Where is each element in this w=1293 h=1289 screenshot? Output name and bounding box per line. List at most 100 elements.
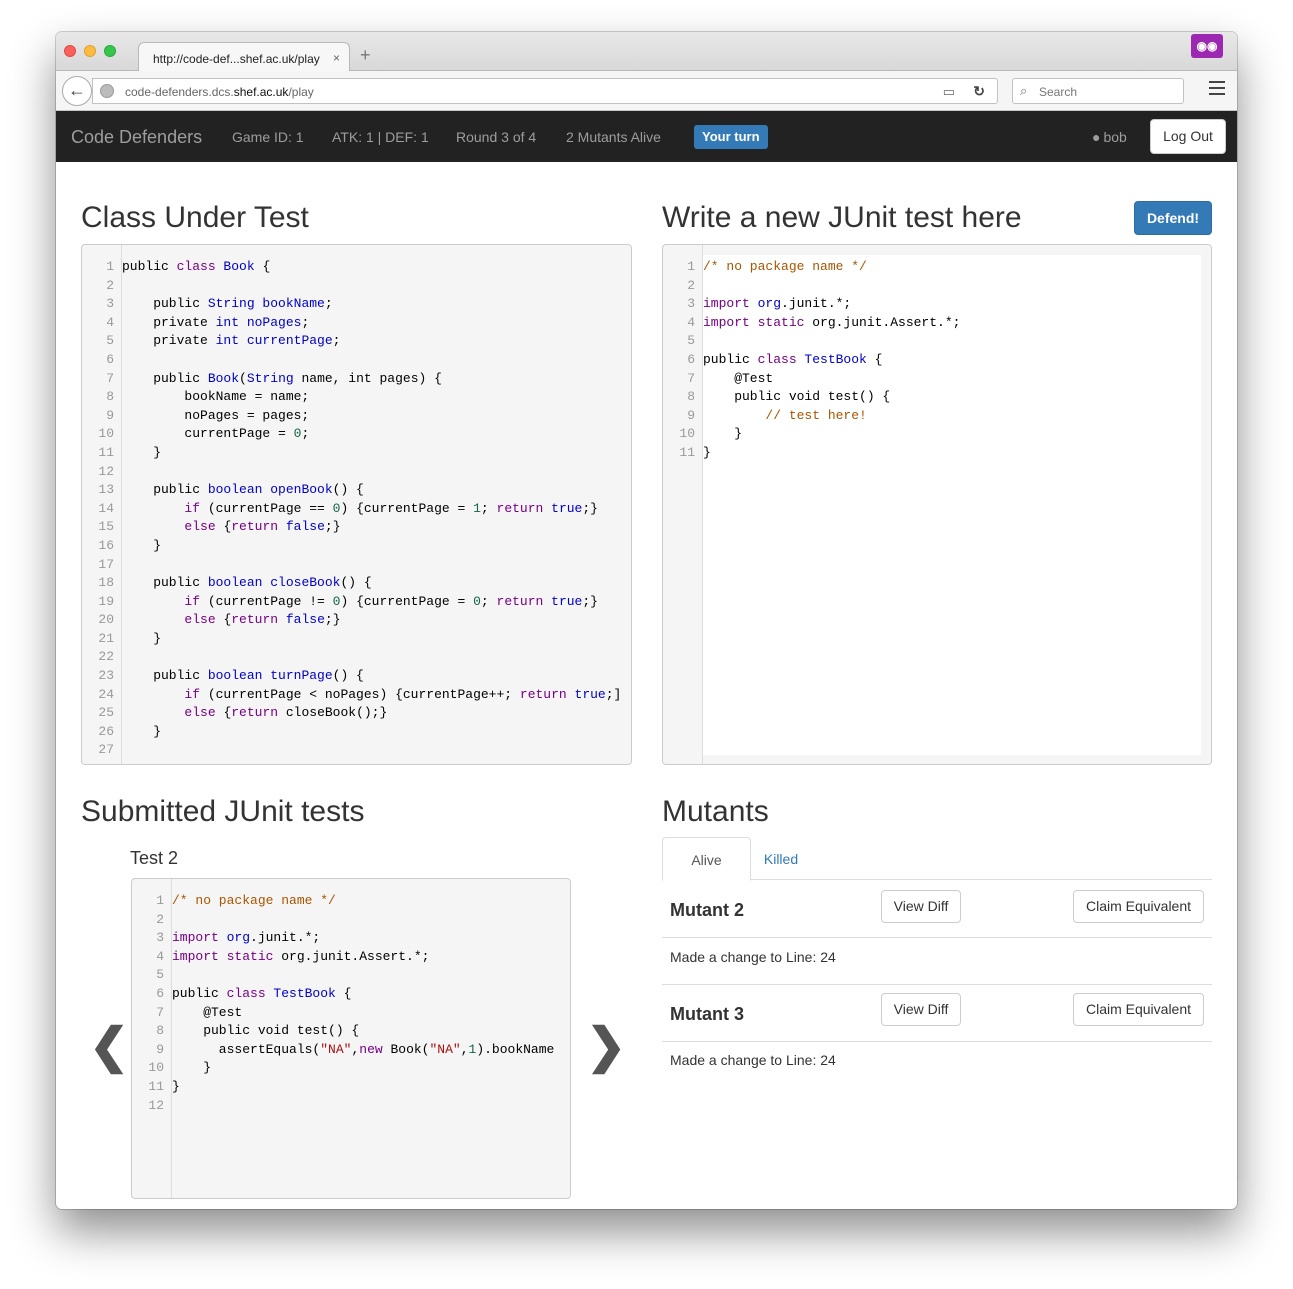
code-line: 7 public Book(String name, int pages) {: [82, 370, 621, 389]
line-number: 20: [98, 612, 114, 628]
round-indicator: Round 3 of 4: [456, 129, 537, 145]
code-token: @Test: [172, 1004, 243, 1020]
line-number: 7: [156, 1004, 164, 1020]
browser-tab[interactable]: http://code-def...shef.ac.uk/play ×: [138, 42, 350, 72]
code-line: 1 /* no package name */: [663, 258, 960, 277]
code-lines: 1 /* no package name */ 2 3 import org.junit…: [132, 892, 554, 1115]
line-number: 9: [106, 407, 114, 423]
mutants-heading: Mutants: [662, 795, 769, 828]
code-text: }: [168, 1079, 180, 1094]
code-token: {: [215, 519, 232, 535]
code-text: @Test: [699, 371, 773, 386]
submitted-tests-heading: Submitted JUnit tests: [81, 795, 365, 828]
test-editor[interactable]: 1 /* no package name */ 2 3 import org.junit…: [662, 244, 1212, 765]
code-line: 8 bookName = name;: [82, 388, 621, 407]
code-line: 19 if (currentPage != 0) {currentPage = …: [82, 593, 621, 612]
code-line: 12: [132, 1097, 554, 1116]
tab-alive[interactable]: Alive: [662, 837, 751, 881]
code-token: org.junit.Assert.*;: [281, 948, 430, 964]
code-text: public boolean turnPage() {: [118, 668, 364, 683]
code-line: 7 @Test: [132, 1004, 554, 1023]
code-token: class: [176, 259, 224, 274]
code-token: else: [184, 705, 216, 721]
tab-close-icon[interactable]: ×: [333, 51, 340, 65]
code-line: 11}: [132, 1078, 554, 1097]
reload-icon[interactable]: ↻: [973, 83, 985, 100]
code-line: 4 import static org.junit.Assert.*;: [132, 948, 554, 967]
code-token: true: [551, 500, 583, 516]
carousel-prev-icon[interactable]: ❮: [89, 1018, 129, 1074]
zoom-window-button[interactable]: [104, 45, 116, 57]
logout-button[interactable]: Log Out: [1150, 119, 1226, 154]
code-text: public class TestBook {: [168, 986, 351, 1001]
line-number: 23: [98, 668, 114, 684]
url-bar[interactable]: code-defenders.dcs.shef.ac.uk/play ▭ ↻: [92, 78, 998, 104]
code-text: else {return false;}: [118, 519, 340, 535]
code-line: 8 public void test() {: [132, 1022, 554, 1041]
code-token: if: [184, 500, 201, 516]
code-line: 6 public class TestBook {: [663, 351, 960, 370]
code-token: {: [866, 351, 883, 367]
tab-killed[interactable]: Killed: [741, 837, 821, 881]
code-token: 0: [473, 593, 481, 609]
view-diff-button[interactable]: View Diff: [881, 993, 961, 1026]
code-text: /* no package name */: [168, 893, 336, 908]
back-button[interactable]: ←: [62, 76, 92, 106]
test-title: Test 2: [130, 848, 179, 868]
code-line: 1 public class Book {: [82, 258, 621, 277]
code-line: 9 // test here!: [663, 407, 960, 426]
code-token: boolean closeBook: [207, 575, 341, 591]
code-line: 4 private int noPages;: [82, 314, 621, 333]
carousel-next-icon[interactable]: ❯: [586, 1018, 626, 1074]
user-link[interactable]: ● bob: [1092, 129, 1127, 145]
code-token: else: [184, 519, 216, 535]
divider: [662, 1041, 1212, 1042]
browser-search-input[interactable]: ⌕ Search: [1012, 78, 1184, 104]
hamburger-menu-icon[interactable]: [1209, 81, 1225, 99]
code-token: true: [574, 686, 606, 702]
code-line: 13 public boolean openBook() {: [82, 481, 621, 500]
brand-link[interactable]: Code Defenders: [71, 127, 202, 148]
code-token: String: [246, 370, 294, 386]
line-number: 9: [156, 1041, 164, 1057]
line-number: 1: [156, 893, 164, 908]
claim-equivalent-button[interactable]: Claim Equivalent: [1073, 993, 1204, 1026]
new-tab-icon[interactable]: +: [360, 46, 371, 64]
minimize-window-button[interactable]: [84, 45, 96, 57]
code-token: ;}: [324, 612, 341, 628]
code-text: // test here!: [699, 408, 866, 423]
code-line: 5: [663, 332, 960, 351]
class-under-test-code[interactable]: 1 public class Book {2 3 public String boo…: [81, 244, 632, 765]
code-text: }: [118, 445, 161, 460]
url-path: /play: [288, 85, 314, 99]
code-token: ;: [332, 333, 341, 349]
code-token: if: [184, 593, 201, 609]
mutant-tabs: Killed Alive: [662, 837, 1212, 881]
code-text: }: [168, 1060, 211, 1075]
code-token: import: [172, 930, 227, 946]
private-browsing-mask-icon[interactable]: ◉◉: [1191, 34, 1223, 58]
code-line: 14 if (currentPage == 0) {currentPage = …: [82, 500, 621, 519]
defend-button[interactable]: Defend!: [1134, 201, 1212, 235]
code-token: false: [285, 519, 325, 535]
code-token: public: [172, 985, 227, 1001]
reader-view-icon[interactable]: ▭: [943, 84, 955, 100]
code-text: @Test: [168, 1005, 242, 1020]
back-arrow-icon: ←: [68, 80, 86, 100]
close-window-button[interactable]: [64, 45, 76, 57]
code-token: return: [496, 593, 544, 609]
mutant-title: Mutant 3: [670, 1004, 744, 1024]
view-diff-button[interactable]: View Diff: [881, 890, 961, 923]
username: bob: [1103, 129, 1127, 145]
code-token: Book(: [382, 1041, 430, 1057]
submitted-test-code[interactable]: 1 /* no package name */ 2 3 import org.junit…: [131, 878, 571, 1199]
line-number: 10: [679, 426, 695, 442]
code-text: }: [118, 724, 161, 739]
code-token: ).bookName: [476, 1041, 555, 1057]
code-line: 20 else {return false;}: [82, 611, 621, 630]
code-lines: 1 public class Book {2 3 public String boo…: [82, 258, 621, 760]
claim-equivalent-button[interactable]: Claim Equivalent: [1073, 890, 1204, 923]
code-token: }: [703, 444, 711, 460]
